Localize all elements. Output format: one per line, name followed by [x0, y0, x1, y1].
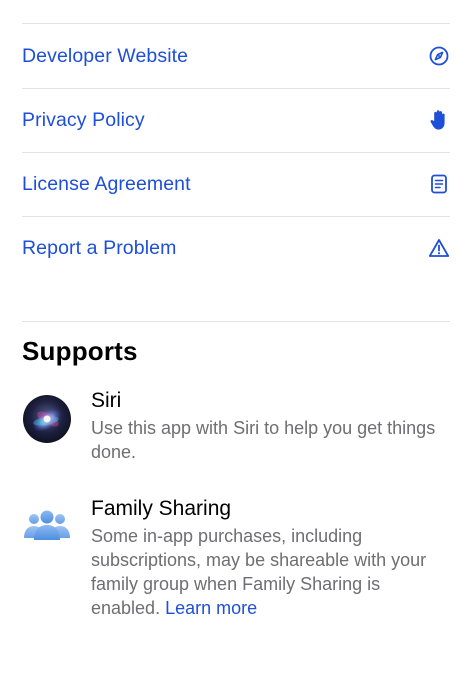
- privacy-policy-link[interactable]: Privacy Policy: [22, 88, 450, 153]
- supports-title: Supports: [22, 336, 138, 366]
- developer-website-label: Developer Website: [22, 44, 189, 67]
- report-problem-label: Report a Problem: [22, 236, 177, 259]
- developer-website-link[interactable]: Developer Website: [22, 24, 450, 89]
- family-sharing-name: Family Sharing: [91, 497, 232, 520]
- siri-text: Siri Use this app with Siri to help you …: [91, 388, 452, 464]
- compass-icon: [428, 45, 450, 67]
- family-sharing-text: Family Sharing Some in-app purchases, in…: [91, 496, 452, 620]
- family-sharing-description: Some in-app purchases, including subscri…: [91, 524, 452, 620]
- warning-icon: [428, 237, 450, 259]
- learn-more-link[interactable]: Learn more: [165, 598, 257, 618]
- siri-icon: [22, 394, 72, 444]
- siri-description: Use this app with Siri to help you get t…: [91, 418, 436, 462]
- hand-icon: [428, 109, 450, 131]
- family-sharing-description-text: Some in-app purchases, including subscri…: [91, 526, 427, 618]
- family-sharing-icon: [22, 502, 72, 552]
- license-agreement-link[interactable]: License Agreement: [22, 152, 450, 217]
- privacy-policy-label: Privacy Policy: [22, 108, 145, 131]
- report-problem-link[interactable]: Report a Problem: [22, 216, 450, 280]
- license-agreement-label: License Agreement: [22, 172, 191, 195]
- document-icon: [428, 173, 450, 195]
- section-divider: [22, 321, 450, 322]
- siri-name: Siri: [91, 389, 122, 412]
